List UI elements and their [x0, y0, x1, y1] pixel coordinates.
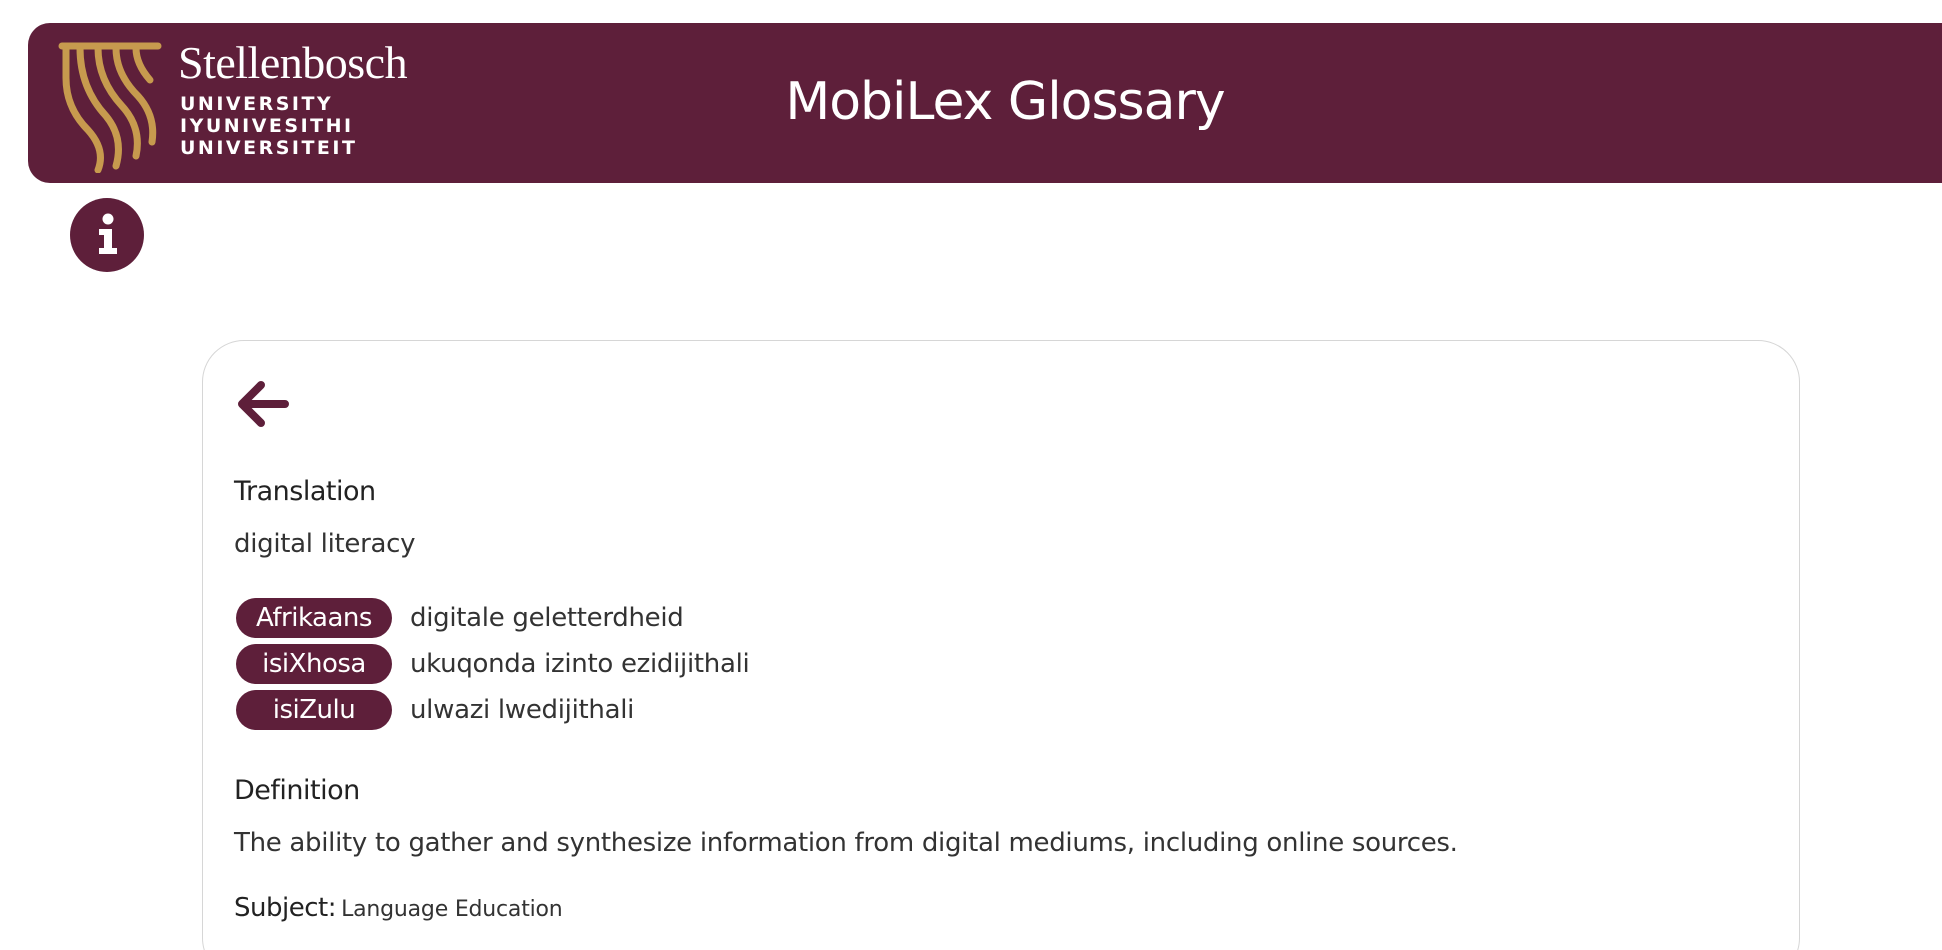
subject-line: Subject: Language Education	[234, 893, 563, 923]
term-card: Translation digital literacy Afrikaans di…	[202, 340, 1800, 950]
translation-heading: Translation	[234, 476, 376, 507]
header-bar: Stellenbosch UNIVERSITY IYUNIVESITHI UNI…	[28, 23, 1942, 183]
definition-heading: Definition	[234, 775, 360, 806]
translation-term-isixhosa: ukuqonda izinto ezidijithali	[410, 649, 750, 679]
subject-label: Subject:	[234, 893, 336, 923]
translation-row-isixhosa: isiXhosa ukuqonda izinto ezidijithali	[236, 644, 750, 684]
info-button[interactable]	[70, 198, 144, 272]
language-badge-afrikaans[interactable]: Afrikaans	[236, 598, 392, 638]
language-badge-isixhosa[interactable]: isiXhosa	[236, 644, 392, 684]
page: Stellenbosch UNIVERSITY IYUNIVESITHI UNI…	[0, 0, 1942, 950]
subject-value: Language Education	[341, 897, 563, 922]
term-text: digital literacy	[234, 529, 416, 559]
language-badge-isizulu[interactable]: isiZulu	[236, 690, 392, 730]
translation-row-isizulu: isiZulu ulwazi lwedijithali	[236, 690, 634, 730]
university-line-afrikaans: UNIVERSITEIT	[180, 137, 358, 159]
translation-row-afrikaans: Afrikaans digitale geletterdheid	[236, 598, 684, 638]
translation-term-isizulu: ulwazi lwedijithali	[410, 695, 635, 725]
app-title: MobiLex Glossary	[785, 72, 1225, 132]
back-button[interactable]	[233, 374, 293, 434]
info-icon	[99, 213, 117, 254]
translation-term-afrikaans: digitale geletterdheid	[410, 603, 684, 633]
definition-text: The ability to gather and synthesize inf…	[234, 828, 1458, 858]
arrow-left-icon	[238, 381, 289, 427]
